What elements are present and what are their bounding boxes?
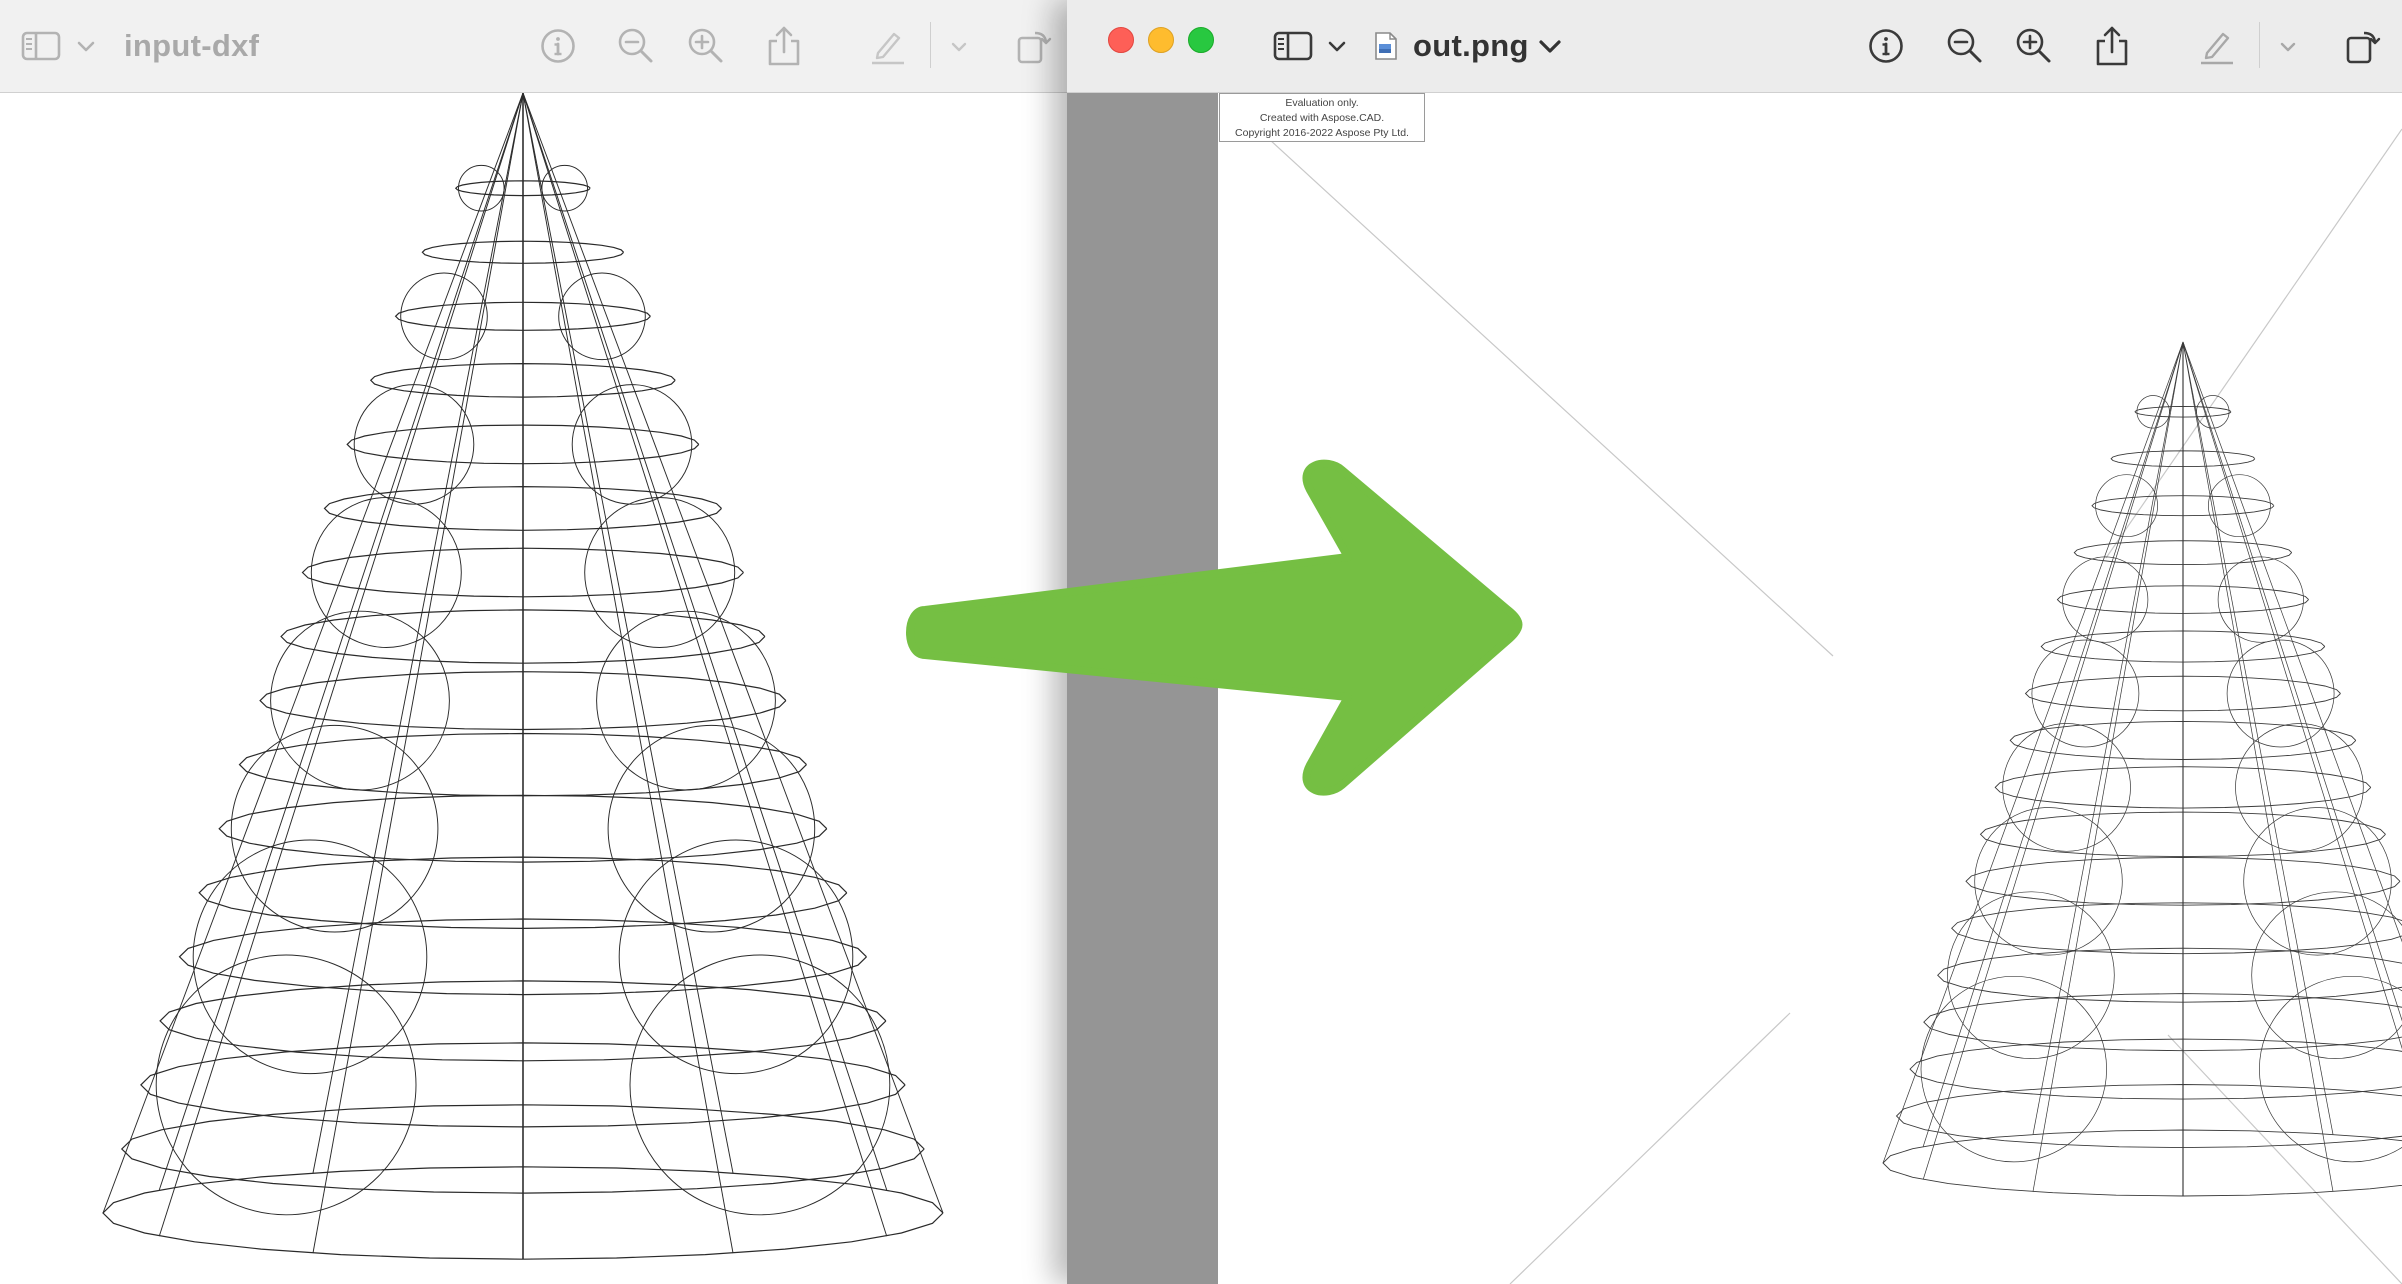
file-proxy-icon-button[interactable]	[1373, 0, 1399, 92]
pen-markup-icon	[2197, 26, 2237, 66]
zoom-in-icon	[2014, 26, 2054, 66]
sidebar-menu-button[interactable]	[72, 0, 100, 92]
sidebar-icon	[21, 31, 61, 61]
evaluation-watermark: Evaluation only. Created with Aspose.CAD…	[1219, 93, 1425, 142]
pen-markup-icon	[868, 26, 908, 66]
title-menu-button[interactable]	[1535, 0, 1565, 92]
png-cone-wireframe	[1218, 93, 2402, 1284]
sidebar-toggle-button[interactable]	[1267, 0, 1319, 92]
watermark-line: Evaluation only.	[1220, 96, 1424, 111]
dxf-cone-wireframe	[0, 93, 1067, 1284]
chevron-down-icon	[1538, 38, 1562, 54]
info-button[interactable]	[534, 0, 582, 92]
rotate-button[interactable]	[2337, 0, 2387, 92]
right-preview-window: out.png	[1067, 0, 2402, 1284]
share-button[interactable]	[2088, 0, 2136, 92]
zoom-in-button[interactable]	[2010, 0, 2058, 92]
chevron-down-icon	[77, 40, 95, 52]
right-window-title[interactable]: out.png	[1413, 0, 1529, 92]
zoom-in-icon	[686, 26, 726, 66]
info-icon	[539, 27, 577, 65]
left-window-title: input-dxf	[124, 0, 259, 92]
chevron-down-icon	[2280, 41, 2296, 52]
minimize-window-button[interactable]	[1148, 27, 1174, 53]
rotate-icon	[1013, 26, 1053, 66]
sidebar-icon	[1273, 31, 1313, 61]
watermark-line: Copyright 2016-2022 Aspose Pty Ltd.	[1220, 126, 1424, 141]
toolbar-divider	[930, 22, 931, 68]
zoom-window-button[interactable]	[1188, 27, 1214, 53]
share-button[interactable]	[760, 0, 808, 92]
markup-button[interactable]	[2193, 0, 2241, 92]
share-icon	[2094, 25, 2130, 67]
rotate-button[interactable]	[1008, 0, 1058, 92]
left-document-canvas[interactable]	[0, 93, 1067, 1284]
sidebar-toggle-button[interactable]	[16, 0, 66, 92]
watermark-line: Created with Aspose.CAD.	[1220, 111, 1424, 126]
zoom-out-icon	[616, 26, 656, 66]
left-toolbar: input-dxf	[0, 0, 1067, 93]
info-button[interactable]	[1862, 0, 1910, 92]
toolbar-divider	[2259, 22, 2260, 68]
markup-menu-button[interactable]	[2273, 0, 2303, 92]
zoom-out-button[interactable]	[612, 0, 660, 92]
info-icon	[1867, 27, 1905, 65]
zoom-out-button[interactable]	[1941, 0, 1989, 92]
rotate-icon	[2342, 26, 2382, 66]
close-window-button[interactable]	[1108, 27, 1134, 53]
share-icon	[766, 25, 802, 67]
canvas-background-strip	[1067, 93, 1218, 1284]
chevron-down-icon	[1328, 40, 1346, 52]
sidebar-menu-button[interactable]	[1323, 0, 1351, 92]
right-toolbar: out.png	[1067, 0, 2402, 93]
markup-button[interactable]	[864, 0, 912, 92]
right-image-canvas[interactable]	[1218, 93, 2402, 1284]
zoom-in-button[interactable]	[682, 0, 730, 92]
left-preview-window: input-dxf	[0, 0, 1067, 1284]
zoom-out-icon	[1945, 26, 1985, 66]
markup-menu-button[interactable]	[944, 0, 974, 92]
png-file-icon	[1374, 31, 1398, 61]
chevron-down-icon	[951, 41, 967, 52]
